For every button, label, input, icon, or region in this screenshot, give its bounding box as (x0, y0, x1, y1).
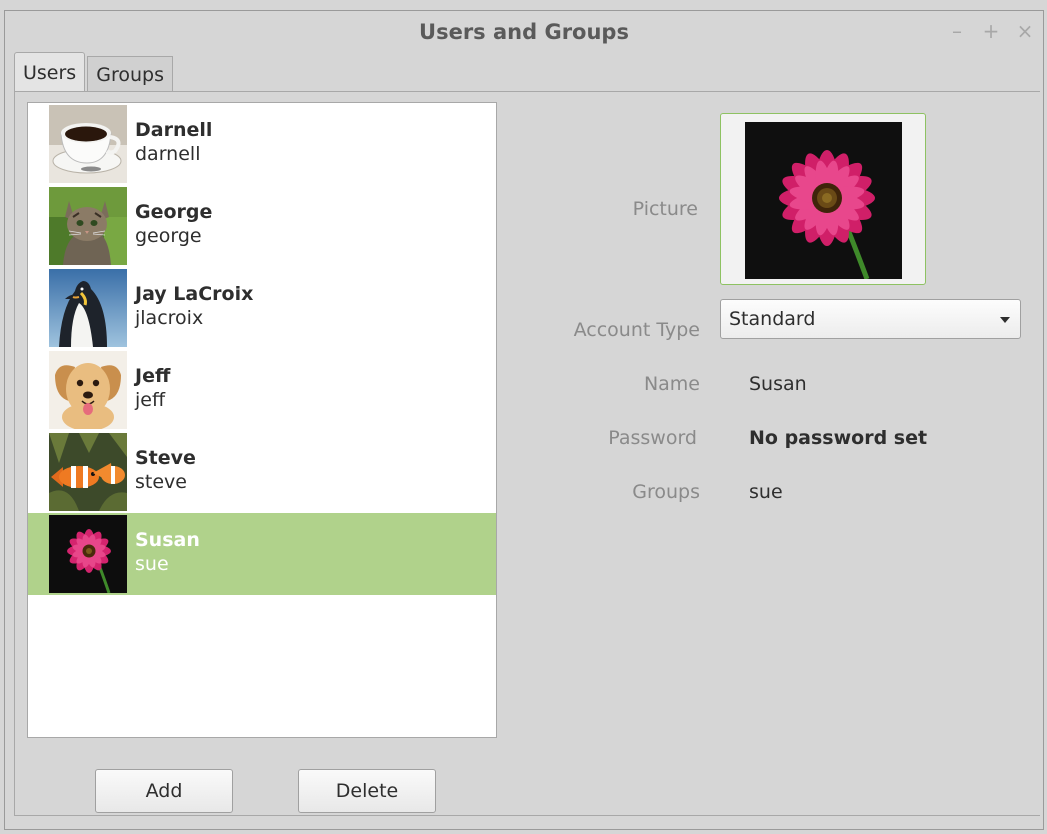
user-row-darnell[interactable]: Darnell darnell (28, 103, 496, 185)
window-controls: – + × (947, 20, 1035, 42)
coffee-cup-icon (49, 105, 127, 183)
user-row-george[interactable]: George george (28, 185, 496, 267)
password-label: Password (608, 427, 697, 449)
user-full-name: Steve (135, 447, 196, 469)
user-row-susan[interactable]: Susan sue (28, 513, 496, 595)
penguin-icon (49, 269, 127, 347)
password-value[interactable]: No password set (749, 427, 927, 449)
user-full-name: Susan (135, 529, 200, 551)
groups-label: Groups (632, 481, 700, 503)
name-label: Name (643, 373, 700, 395)
picture-button[interactable] (720, 113, 926, 285)
tab-bar: Users Groups (14, 52, 173, 92)
user-full-name: Jay LaCroix (135, 283, 254, 305)
picture-label: Picture (632, 198, 698, 220)
name-value[interactable]: Susan (749, 373, 807, 395)
close-button[interactable]: × (1015, 20, 1035, 42)
delete-user-button[interactable]: Delete (298, 769, 436, 813)
user-login: george (135, 225, 202, 247)
title-bar[interactable]: Users and Groups – + × (5, 11, 1043, 55)
kitten-icon (49, 187, 127, 265)
account-type-value: Standard (729, 308, 816, 330)
tab-users[interactable]: Users (14, 52, 86, 92)
user-row-steve[interactable]: Steve steve (28, 431, 496, 513)
groups-value[interactable]: sue (749, 481, 783, 503)
user-list[interactable]: Darnell darnell George george Jay LaCroi… (27, 102, 497, 738)
user-login: sue (135, 553, 169, 575)
clownfish-icon (49, 433, 127, 511)
user-login: darnell (135, 143, 201, 165)
maximize-button[interactable]: + (981, 20, 1001, 42)
tab-groups[interactable]: Groups (87, 56, 173, 92)
user-text: Jay LaCroix jlacroix (135, 282, 253, 330)
add-user-button[interactable]: Add (95, 769, 233, 813)
account-type-select[interactable]: Standard (720, 299, 1021, 339)
user-login: jlacroix (135, 307, 204, 329)
user-text: Darnell darnell (135, 118, 212, 166)
pink-flower-icon (745, 122, 902, 279)
puppy-icon (49, 351, 127, 429)
window-title: Users and Groups (419, 20, 629, 44)
user-login: steve (135, 471, 187, 493)
user-row-jlacroix[interactable]: Jay LaCroix jlacroix (28, 267, 496, 349)
minimize-button[interactable]: – (947, 20, 967, 42)
user-full-name: Jeff (135, 365, 171, 387)
account-type-label: Account Type (573, 319, 700, 341)
user-full-name: Darnell (135, 119, 213, 141)
user-row-jeff[interactable]: Jeff jeff (28, 349, 496, 431)
chevron-down-icon (1000, 317, 1010, 323)
user-text: Steve steve (135, 446, 196, 494)
user-text: Susan sue (135, 528, 200, 576)
user-login: jeff (135, 389, 166, 411)
pink-flower-icon (49, 515, 127, 593)
user-text: George george (135, 200, 212, 248)
user-text: Jeff jeff (135, 364, 170, 412)
user-full-name: George (135, 201, 213, 223)
